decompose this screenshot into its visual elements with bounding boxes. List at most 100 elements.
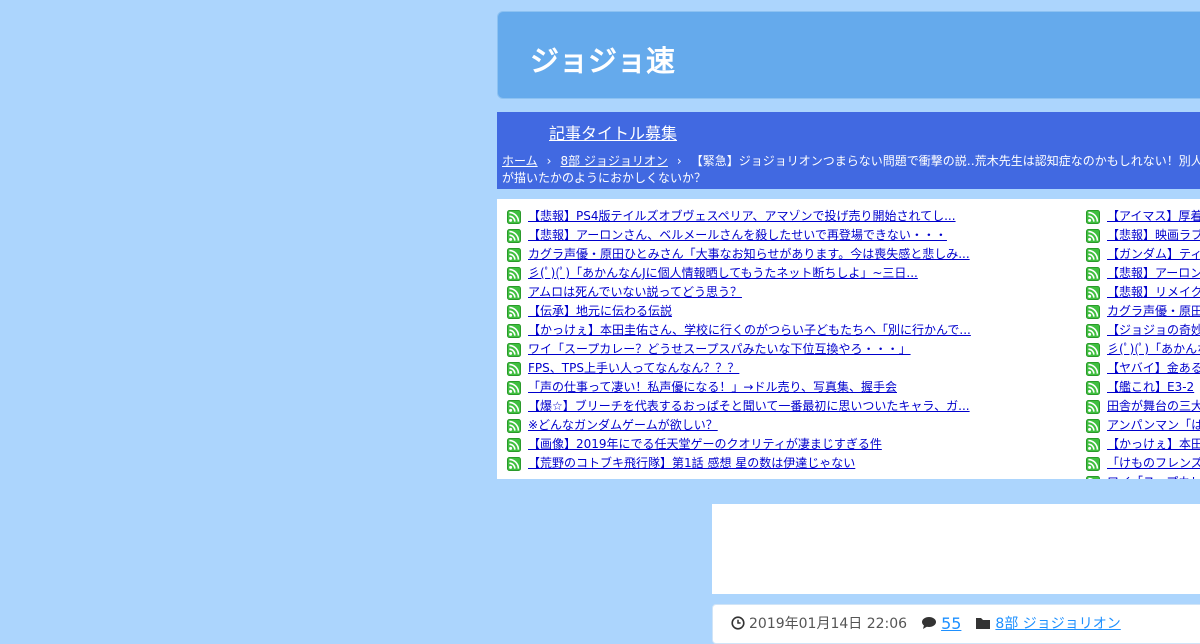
rss-item: ワイ「スープカレー？どうせスープスパみたいな下位互換やろ・・・」	[507, 340, 1067, 359]
rss-item: ワイ「スープカレ	[1086, 473, 1200, 479]
rss-item-link[interactable]: ワイ「スープカレ	[1107, 473, 1200, 479]
rss-item: カグラ声優・原田ひとみさん「大事なお知らせがあります。今は喪失感と悲しみ...	[507, 245, 1067, 264]
rss-item-link[interactable]: 「声の仕事って凄い！私声優になる！」→ドル売り、写真集、握手会	[528, 378, 897, 397]
rss-feed-icon	[1086, 247, 1100, 262]
rss-item-link[interactable]: 【悲報】アーロン	[1107, 264, 1200, 283]
chevron-right-icon: ›	[676, 154, 682, 168]
rss-item: 【ガンダム】ティ	[1086, 245, 1200, 264]
post-category-link[interactable]: 8部 ジョジョリオン	[995, 613, 1120, 633]
rss-item: 【画像】2019年にでる任天堂ゲーのクオリティが凄まじすぎる件	[507, 435, 1067, 454]
rss-item: アンパンマン「は	[1086, 416, 1200, 435]
rss-item: 【ジョジョの奇妙	[1086, 321, 1200, 340]
rss-item-link[interactable]: 【艦これ】E3-2	[1107, 378, 1194, 397]
rss-item-link[interactable]: 【悲報】リメイク	[1107, 283, 1200, 302]
rss-feed-icon	[507, 456, 521, 471]
rss-feed-icon	[507, 437, 521, 452]
rss-feed-icon	[507, 380, 521, 395]
rss-item-link[interactable]: 「けものフレンズ	[1107, 454, 1200, 473]
rss-feed-icon	[1086, 418, 1100, 433]
chevron-right-icon: ›	[546, 154, 552, 168]
nav-link-article-title-request[interactable]: 記事タイトル募集	[549, 120, 677, 144]
rss-item: 【悲報】リメイク	[1086, 283, 1200, 302]
rss-item: 【ヤバイ】金ある	[1086, 359, 1200, 378]
rss-item: 彡(ﾟ)(ﾟ)「あかんなんJに個人情報晒してもうたネット断ちしよ」~三日...	[507, 264, 1067, 283]
rss-item: 【荒野のコトブキ飛行隊】第1話 感想 星の数は伊達じゃない	[507, 454, 1067, 473]
breadcrumb-category-link[interactable]: 8部 ジョジョリオン	[560, 154, 667, 168]
rss-item-link[interactable]: 【荒野のコトブキ飛行隊】第1話 感想 星の数は伊達じゃない	[528, 454, 855, 473]
rss-item-link[interactable]: ※どんなガンダムゲームが欲しい？	[528, 416, 718, 435]
rss-feed-icon	[507, 209, 521, 224]
rss-list-left: 【悲報】PS4版テイルズオブヴェスペリア、アマゾンで投げ売り開始されてし... 【…	[507, 207, 1067, 473]
rss-feed-icon	[507, 418, 521, 433]
rss-feed-icon	[507, 285, 521, 300]
rss-item-link[interactable]: FPS、TPS上手い人ってなんなん？？？	[528, 359, 739, 378]
rss-item-link[interactable]: カグラ声優・原田	[1107, 302, 1200, 321]
site-title[interactable]: ジョジョ速	[530, 38, 675, 80]
ad-area	[712, 504, 1200, 594]
rss-feed-icon	[507, 266, 521, 281]
rss-item-link[interactable]: 【アイマス】厚着	[1107, 207, 1200, 226]
rss-feed-icon	[1086, 285, 1100, 300]
post-date: 2019年01月14日 22:06	[749, 616, 908, 632]
rss-item-link[interactable]: 【爆☆】ブリーチを代表するおっぱそと聞いて一番最初に思いついたキャラ、ガ...	[528, 397, 970, 416]
rss-item-link[interactable]: 田舎が舞台の三大	[1107, 397, 1200, 416]
breadcrumb-home-link[interactable]: ホーム	[502, 154, 538, 168]
nav-bar: 記事タイトル募集 ホーム › 8部 ジョジョリオン › 【緊急】ジョジョリオンつまらない…	[497, 112, 1200, 189]
rss-item: 「声の仕事って凄い！私声優になる！」→ドル売り、写真集、握手会	[507, 378, 1067, 397]
rss-feed-icon	[507, 361, 521, 376]
rss-feed-icon	[1086, 475, 1100, 479]
rss-item: ※どんなガンダムゲームが欲しい？	[507, 416, 1067, 435]
rss-item-link[interactable]: 【ガンダム】ティ	[1107, 245, 1200, 264]
rss-item: 【アイマス】厚着	[1086, 207, 1200, 226]
rss-feed-icon	[507, 247, 521, 262]
rss-item-link[interactable]: 【ヤバイ】金ある	[1107, 359, 1200, 378]
rss-item: アムロは死んでいない説ってどう思う？	[507, 283, 1067, 302]
breadcrumb: ホーム › 8部 ジョジョリオン › 【緊急】ジョジョリオンつまらない問題で衝撃の説‥荒…	[502, 153, 1200, 187]
rss-item: 【かっけぇ】本田	[1086, 435, 1200, 454]
rss-list-right: 【アイマス】厚着 【悲報】映画ラブ 【ガンダム】ティ 【悲報】アーロン 【悲報】リメイク…	[1086, 207, 1200, 479]
rss-item-link[interactable]: 【悲報】アーロンさん、ベルメールさんを殺したせいで再登場できない・・・	[528, 226, 947, 245]
rss-item: 【伝承】地元に伝わる伝説	[507, 302, 1067, 321]
rss-item: 彡(ﾟ)(ﾟ)「あかんな	[1086, 340, 1200, 359]
rss-item-link[interactable]: 【画像】2019年にでる任天堂ゲーのクオリティが凄まじすぎる件	[528, 435, 882, 454]
rss-item: 【艦これ】E3-2	[1086, 378, 1200, 397]
rss-item-link[interactable]: 彡(ﾟ)(ﾟ)「あかんなんJに個人情報晒してもうたネット断ちしよ」~三日...	[528, 264, 918, 283]
rss-feed-icon	[507, 228, 521, 243]
rss-item-link[interactable]: アムロは死んでいない説ってどう思う？	[528, 283, 742, 302]
rss-feed-icon	[507, 323, 521, 338]
rss-feed-icon	[507, 342, 521, 357]
rss-item: 【悲報】PS4版テイルズオブヴェスペリア、アマゾンで投げ売り開始されてし...	[507, 207, 1067, 226]
rss-item-link[interactable]: カグラ声優・原田ひとみさん「大事なお知らせがあります。今は喪失感と悲しみ...	[528, 245, 970, 264]
folder-icon	[976, 618, 991, 629]
post-card: 2019年01月14日 22:06 55 8部 ジョジョリオン	[712, 604, 1200, 644]
post-meta: 2019年01月14日 22:06 55 8部 ジョジョリオン	[731, 613, 1121, 633]
rss-item-link[interactable]: 【伝承】地元に伝わる伝説	[528, 302, 672, 321]
rss-feed-icon	[1086, 228, 1100, 243]
rss-item-link[interactable]: 【かっけぇ】本田圭佑さん、学校に行くのがつらい子どもたちへ「別に行かんで...	[528, 321, 971, 340]
rss-feed-icon	[1086, 380, 1100, 395]
rss-item-link[interactable]: 【ジョジョの奇妙	[1107, 321, 1200, 340]
rss-item-link[interactable]: ワイ「スープカレー？どうせスープスパみたいな下位互換やろ・・・」	[528, 340, 911, 359]
rss-item-link[interactable]: 【かっけぇ】本田	[1107, 435, 1200, 454]
rss-item-link[interactable]: 【悲報】映画ラブ	[1107, 226, 1200, 245]
clock-icon	[731, 616, 745, 630]
rss-feed-icon	[507, 399, 521, 414]
rss-item: FPS、TPS上手い人ってなんなん？？？	[507, 359, 1067, 378]
rss-item-link[interactable]: アンパンマン「は	[1107, 416, 1200, 435]
comment-icon	[922, 617, 937, 629]
rss-feed-icon	[1086, 304, 1100, 319]
rss-item: 【爆☆】ブリーチを代表するおっぱそと聞いて一番最初に思いついたキャラ、ガ...	[507, 397, 1067, 416]
rss-item-link[interactable]: 【悲報】PS4版テイルズオブヴェスペリア、アマゾンで投げ売り開始されてし...	[528, 207, 956, 226]
rss-item: 【悲報】アーロンさん、ベルメールさんを殺したせいで再登場できない・・・	[507, 226, 1067, 245]
rss-feed-icon	[1086, 266, 1100, 281]
rss-item: 【かっけぇ】本田圭佑さん、学校に行くのがつらい子どもたちへ「別に行かんで...	[507, 321, 1067, 340]
rss-item-link[interactable]: 彡(ﾟ)(ﾟ)「あかんな	[1107, 340, 1200, 359]
rss-feed-icon	[1086, 437, 1100, 452]
rss-item: 【悲報】映画ラブ	[1086, 226, 1200, 245]
rss-feed-icon	[1086, 361, 1100, 376]
rss-item: 【悲報】アーロン	[1086, 264, 1200, 283]
rss-feed-icon	[1086, 323, 1100, 338]
rss-item: 「けものフレンズ	[1086, 454, 1200, 473]
rss-item: カグラ声優・原田	[1086, 302, 1200, 321]
site-header: ジョジョ速	[497, 11, 1200, 99]
